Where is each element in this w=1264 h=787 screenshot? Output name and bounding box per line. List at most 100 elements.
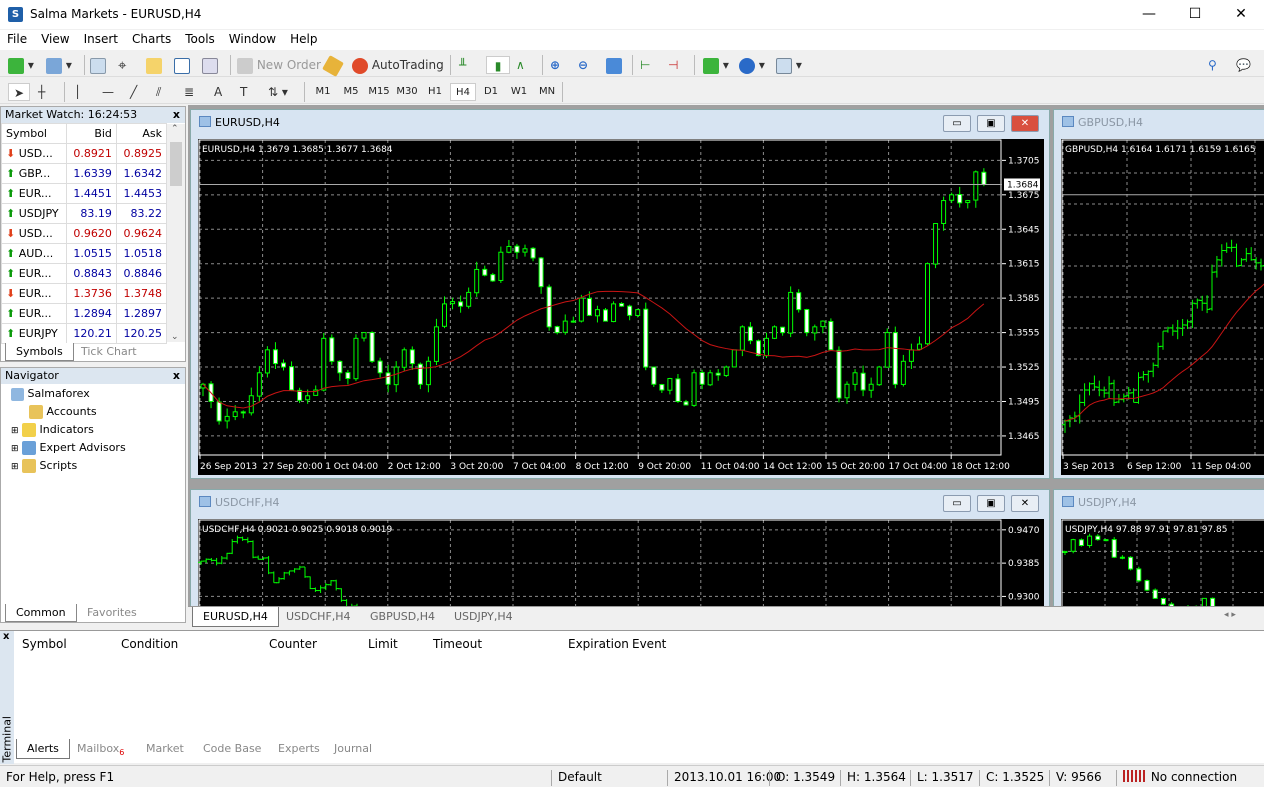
bar-chart-button[interactable]: ╨ [459,56,466,74]
col-timeout[interactable]: Timeout [433,637,482,651]
minimize-button[interactable]: ▭ [943,115,971,132]
price-chart-gbpusd[interactable]: GBPUSD,H4 1.6164 1.6171 1.6159 1.6165 3 S… [1061,139,1264,475]
cursor-button[interactable]: ➤ [8,83,30,101]
market-watch-row[interactable]: ⬆ EUR... 0.8843 0.8846 [1,263,168,284]
timeframe-m1[interactable]: M1 [310,83,336,101]
data-window-button[interactable]: ⌖ [118,56,126,74]
scrollbar[interactable]: ⌃ ⌄ [167,124,185,342]
menu-window[interactable]: Window [222,30,283,48]
restore-button[interactable]: ▣ [977,115,1005,132]
horizontal-line-button[interactable]: — [102,83,114,101]
close-button[interactable]: ✕ [1011,495,1039,512]
chart-tab-eurusd[interactable]: EURUSD,H4 [192,607,279,627]
nav-root[interactable]: Salmaforex [11,385,90,403]
minimize-button[interactable]: ▭ [943,495,971,512]
line-chart-button[interactable]: ∧ [516,56,525,74]
search-button[interactable]: ⚲ [1208,56,1217,74]
market-watch-row[interactable]: ⬆ EUR... 1.2894 1.2897 [1,303,168,324]
terminal-button[interactable] [174,56,190,74]
fibonacci-button[interactable]: ≣ [184,83,194,101]
menu-view[interactable]: View [34,30,76,48]
navigator-button[interactable] [146,56,162,74]
market-watch-row[interactable]: ⬆ USDJPY 83.19 83.22 [1,203,168,224]
market-watch-row[interactable]: ⬆ EUR... 1.4451 1.4453 [1,183,168,204]
menu-charts[interactable]: Charts [125,30,178,48]
new-order-button[interactable]: New Order [237,56,321,74]
nav-indicators[interactable]: ⊞ Indicators [11,421,94,439]
timeframe-mn[interactable]: MN [534,83,560,101]
nav-expert-advisors[interactable]: ⊞ Expert Advisors [11,439,126,457]
timeframe-h4[interactable]: H4 [450,83,476,101]
arrows-button[interactable]: ⇅ ▾ [268,83,288,101]
chart-window-gbpusd[interactable]: GBPUSD,H4 GBPUSD,H4 1.6164 1.6171 1.6159… [1053,109,1264,479]
nav-accounts[interactable]: Accounts [29,403,97,421]
maximize-button[interactable]: ☐ [1172,0,1218,29]
zoom-in-button[interactable]: ⊕ [550,56,560,74]
periods-button[interactable]: ▾ [739,56,765,74]
trendline-button[interactable]: ╱ [130,83,137,101]
text-button[interactable]: A [214,83,222,101]
nav-scripts[interactable]: ⊞ Scripts [11,457,77,475]
col-counter[interactable]: Counter [269,637,317,651]
col-limit[interactable]: Limit [368,637,398,651]
candlestick-button[interactable]: ▮ [486,56,510,74]
col-symbol[interactable]: Symbol [1,123,67,144]
col-ask[interactable]: Ask [115,123,168,144]
tab-favorites[interactable]: Favorites [77,604,147,622]
new-chart-button[interactable]: ▾ [8,56,34,74]
vertical-line-button[interactable]: │ [74,83,81,101]
chart-tab-usdchf[interactable]: USDCHF,H4 [276,607,361,627]
menu-tools[interactable]: Tools [178,30,222,48]
strategy-tester-button[interactable] [202,56,218,74]
close-button[interactable]: ✕ [1218,0,1264,29]
tab-symbols[interactable]: Symbols [5,343,74,361]
market-watch-row[interactable]: ⬇ USD... 0.8921 0.8925 [1,143,168,164]
tab-mailbox[interactable]: Mailbox6 [67,739,134,759]
menu-file[interactable]: File [0,30,34,48]
close-icon[interactable]: x [3,631,9,642]
tab-tick-chart[interactable]: Tick Chart [71,343,147,361]
tabs-scroll-arrows[interactable]: ◂ ▸ [1224,610,1236,620]
autotrading-button[interactable]: AutoTrading [352,56,444,74]
chart-tab-usdjpy[interactable]: USDJPY,H4 [444,607,523,627]
indicators-button[interactable]: ▾ [703,56,729,74]
tab-market[interactable]: Market [136,739,194,759]
col-condition[interactable]: Condition [121,637,178,651]
close-icon[interactable]: x [173,107,180,123]
chart-shift-button[interactable]: ⊣ [668,56,678,74]
tab-journal[interactable]: Journal [324,739,382,759]
timeframe-m15[interactable]: M15 [366,83,392,101]
profiles-button[interactable]: ▾ [46,56,72,74]
crosshair-button[interactable]: ┼ [38,83,45,101]
menu-insert[interactable]: Insert [77,30,125,48]
tab-alerts[interactable]: Alerts [16,739,70,759]
restore-button[interactable]: ▣ [977,495,1005,512]
tile-windows-button[interactable] [606,56,622,74]
col-event[interactable]: Event [632,637,666,651]
market-watch-row[interactable]: ⬆ GBP... 1.6339 1.6342 [1,163,168,184]
tab-experts[interactable]: Experts [268,739,330,759]
price-chart-usdchf[interactable]: USDCHF,H4 0.9021 0.9025 0.9018 0.9019 0.9… [198,519,1044,619]
col-expiration[interactable]: Expiration [568,637,629,651]
market-watch-row[interactable]: ⬇ USD... 0.9620 0.9624 [1,223,168,244]
col-bid[interactable]: Bid [65,123,117,144]
price-chart-usdjpy[interactable]: USDJPY,H4 97.88 97.91 97.81 97.85 [1061,519,1264,619]
autoscroll-button[interactable]: ⊢ [640,56,650,74]
metaeditor-button[interactable] [322,54,344,77]
chart-window-usdjpy[interactable]: USDJPY,H4 USDJPY,H4 97.88 97.91 97.81 97… [1053,489,1264,619]
col-symbol[interactable]: Symbol [22,637,67,651]
market-watch-button[interactable] [90,56,106,74]
chat-button[interactable]: 💬 [1236,56,1251,74]
market-watch-row[interactable]: ⬆ AUD... 1.0515 1.0518 [1,243,168,264]
timeframe-w1[interactable]: W1 [506,83,532,101]
close-button[interactable]: ✕ [1011,115,1039,132]
tab-code-base[interactable]: Code Base [193,739,271,759]
timeframe-d1[interactable]: D1 [478,83,504,101]
menu-help[interactable]: Help [283,30,324,48]
market-watch-row[interactable]: ⬆ EURJPY 120.21 120.25 [1,323,168,344]
close-icon[interactable]: x [173,368,180,384]
equidistant-channel-button[interactable]: ⫽ [156,83,161,101]
chart-window-usdchf[interactable]: USDCHF,H4 ▭ ▣ ✕ USDCHF,H4 0.9021 0.9025 … [190,489,1050,619]
zoom-out-button[interactable]: ⊖ [578,56,588,74]
timeframe-m30[interactable]: M30 [394,83,420,101]
